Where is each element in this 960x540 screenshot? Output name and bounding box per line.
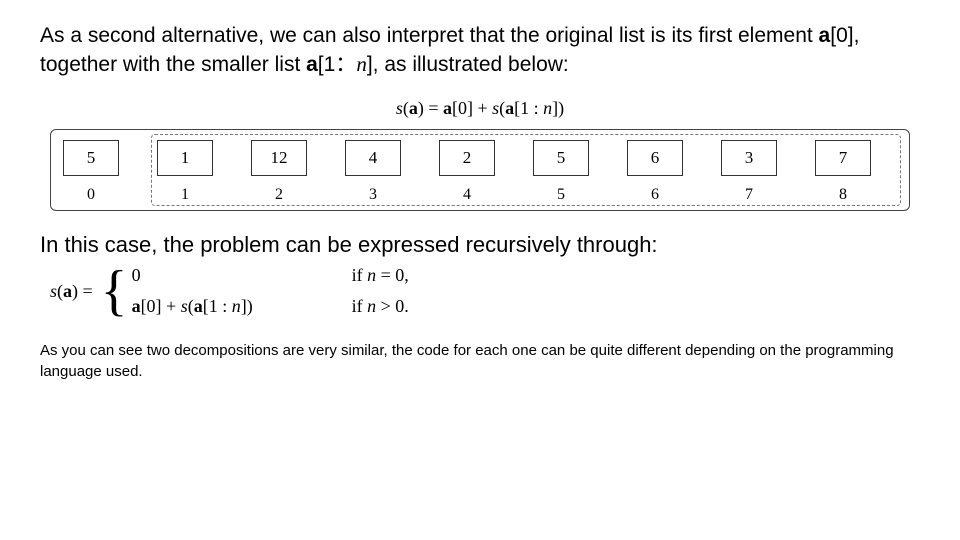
case1-cond: if n > 0. <box>352 296 409 317</box>
formula-top: s(a) = a[0] + s(a[1 : n]) <box>40 98 920 119</box>
c1-a: a <box>132 296 141 316</box>
case0-n: n <box>367 265 376 285</box>
intro-text-3: , as illustrated below: <box>373 53 569 76</box>
case0-if: if <box>352 265 368 285</box>
note-paragraph: As you can see two decompositions are ve… <box>40 341 920 382</box>
c1-close: ]) <box>241 296 253 316</box>
list-cell: 5 <box>63 140 119 176</box>
slide: As a second alternative, we can also int… <box>0 0 960 540</box>
f1-a: a <box>409 98 418 118</box>
f1-close: ) = <box>418 98 443 118</box>
list-cell: 1 <box>157 140 213 176</box>
cases: 0 if n = 0, a[0] + s(a[1 : n]) if n > 0. <box>132 265 409 317</box>
c1-slice: [1 : <box>203 296 232 316</box>
list-cell: 7 <box>815 140 871 176</box>
intro-a0-sub: [0] <box>830 24 853 47</box>
f2-close: ) = <box>72 281 93 301</box>
intro-text-1: As a second alternative, we can also int… <box>40 24 819 47</box>
case1-expr: a[0] + s(a[1 : n]) <box>132 296 352 317</box>
c1-a2: a <box>194 296 203 316</box>
intro-a1n-open: [1： <box>318 53 357 76</box>
c1-s: s <box>181 296 188 316</box>
list-diagram: 50 11 122 43 24 55 66 37 78 <box>50 129 910 211</box>
left-brace-icon: { <box>101 266 128 316</box>
f1-close2: ]) <box>552 98 564 118</box>
f2-lhs: s(a) = <box>50 281 93 302</box>
case-1: a[0] + s(a[1 : n]) if n > 0. <box>132 296 409 317</box>
list-cell: 5 <box>533 140 589 176</box>
case1-n: n <box>367 296 376 316</box>
f1-s: s <box>396 98 403 118</box>
case0-expr: 0 <box>132 265 352 286</box>
list-cell: 2 <box>439 140 495 176</box>
c1-a0: [0] + <box>141 296 181 316</box>
mid-paragraph: In this case, the problem can be express… <box>40 231 920 260</box>
intro-a0: a <box>819 24 831 47</box>
intro-a1n-n: n <box>356 52 367 76</box>
f2-a: a <box>63 281 72 301</box>
case0-rest: = 0, <box>376 265 409 285</box>
list-cell: 3 <box>721 140 777 176</box>
case1-rest: > 0. <box>376 296 409 316</box>
formula-cases: s(a) = { 0 if n = 0, a[0] + s(a[1 : n]) … <box>50 265 920 317</box>
outer-box: 50 11 122 43 24 55 66 37 78 <box>50 129 910 211</box>
list-cell: 4 <box>345 140 401 176</box>
f2-s: s <box>50 281 57 301</box>
list-index: 0 <box>87 186 95 204</box>
cell-wrap: 50 <box>63 140 119 204</box>
intro-a1n-a: a <box>306 53 318 76</box>
f1-a2: a <box>505 98 514 118</box>
case-0: 0 if n = 0, <box>132 265 409 286</box>
f1-a0idx: [0] + <box>452 98 492 118</box>
f1-n: n <box>543 98 552 118</box>
f1-slice: [1 : <box>514 98 543 118</box>
f1-a0: a <box>443 98 452 118</box>
case1-if: if <box>352 296 368 316</box>
c1-n: n <box>232 296 241 316</box>
list-cell: 6 <box>627 140 683 176</box>
intro-paragraph: As a second alternative, we can also int… <box>40 22 920 80</box>
case0-cond: if n = 0, <box>352 265 409 286</box>
list-cell: 12 <box>251 140 307 176</box>
